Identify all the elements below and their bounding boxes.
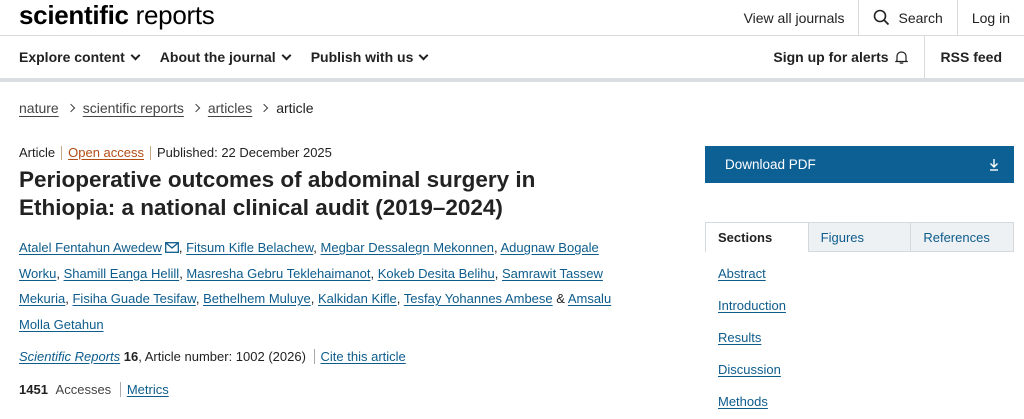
- download-icon: [990, 159, 998, 171]
- author-link[interactable]: Kokeb Desita Belihu: [378, 266, 495, 281]
- bell-icon: [894, 51, 908, 64]
- rss-feed-link[interactable]: RSS feed: [931, 49, 1012, 65]
- explore-content-menu[interactable]: Explore content: [19, 49, 141, 65]
- alerts-label: Sign up for alerts: [773, 49, 889, 65]
- citation-line: Scientific Reports 16, Article number: 1…: [19, 349, 406, 364]
- sign-up-alerts-link[interactable]: Sign up for alerts: [763, 49, 917, 65]
- open-access-link[interactable]: Open access: [61, 146, 150, 160]
- chevron-down-icon: [130, 50, 141, 60]
- author-link[interactable]: Bethelhem Muluye: [203, 291, 311, 306]
- author-link[interactable]: Megbar Dessalegn Mekonnen: [321, 240, 494, 255]
- about-journal-label: About the journal: [159, 49, 276, 65]
- publish-with-us-menu[interactable]: Publish with us: [310, 49, 429, 65]
- tab-figures[interactable]: Figures: [808, 222, 912, 252]
- author-link[interactable]: Shamill Eanga Helill: [64, 266, 180, 281]
- search-label: Search: [898, 9, 943, 26]
- cite-article-link[interactable]: Cite this article: [313, 349, 406, 364]
- main-nav: Explore content About the journal Publis…: [0, 36, 1024, 82]
- chevron-right-icon: [259, 103, 269, 113]
- chevron-right-icon: [191, 103, 201, 113]
- download-pdf-button[interactable]: Download PDF: [705, 146, 1014, 183]
- download-pdf-label: Download PDF: [725, 157, 816, 172]
- accesses-count: 1451: [19, 382, 48, 397]
- explore-content-label: Explore content: [19, 49, 125, 65]
- search-button[interactable]: Search: [858, 0, 956, 35]
- view-all-journals-link[interactable]: View all journals: [730, 0, 859, 35]
- breadcrumb: nature scientific reports articles artic…: [19, 100, 314, 116]
- site-logo[interactable]: scientific reports: [19, 0, 215, 30]
- top-header: scientific reports View all journals Sea…: [0, 0, 1024, 36]
- tab-references[interactable]: References: [911, 222, 1015, 252]
- metrics-link[interactable]: Metrics: [119, 382, 169, 397]
- journal-name-link[interactable]: Scientific Reports: [19, 349, 120, 364]
- sidebar-tabs: Sections Figures References: [705, 222, 1015, 252]
- section-link-introduction[interactable]: Introduction: [718, 298, 786, 330]
- top-links: View all journals Search Log in: [730, 0, 1024, 35]
- about-journal-menu[interactable]: About the journal: [159, 49, 292, 65]
- author-list: Atalel Fentahun Awedew, Fitsum Kifle Bel…: [19, 240, 612, 332]
- author-link[interactable]: Fitsum Kifle Belachew: [186, 240, 313, 255]
- breadcrumb-nature[interactable]: nature: [19, 100, 59, 116]
- login-link[interactable]: Log in: [956, 0, 1024, 35]
- section-link-discussion[interactable]: Discussion: [718, 362, 786, 394]
- envelope-icon[interactable]: [164, 242, 179, 253]
- publish-label: Publish with us: [310, 49, 414, 65]
- breadcrumb-scientific-reports[interactable]: scientific reports: [83, 100, 184, 116]
- volume-number: 16: [123, 349, 139, 364]
- published-date: Published: 22 December 2025: [150, 146, 338, 160]
- accesses-label: Accesses: [55, 382, 112, 397]
- section-link-results[interactable]: Results: [718, 330, 786, 362]
- author-link[interactable]: Atalel Fentahun Awedew: [19, 240, 162, 255]
- breadcrumb-articles[interactable]: articles: [208, 100, 252, 116]
- chevron-right-icon: [66, 103, 75, 113]
- article-number: , Article number: 1002 (2026): [138, 349, 306, 364]
- logo-bold-text: scientific: [19, 0, 129, 30]
- sections-list: Abstract Introduction Results Discussion…: [718, 266, 786, 419]
- nav-divider: [923, 36, 925, 78]
- logo-light-text: reports: [135, 0, 215, 30]
- article-type: Article: [19, 145, 56, 160]
- metrics-line: 1451 Accesses Metrics: [19, 382, 169, 397]
- section-link-methods[interactable]: Methods: [718, 394, 786, 419]
- search-icon: [874, 9, 890, 26]
- breadcrumb-current: article: [276, 100, 314, 116]
- section-link-abstract[interactable]: Abstract: [718, 266, 786, 298]
- author-link[interactable]: Fisiha Guade Tesifaw: [72, 291, 195, 306]
- author-link[interactable]: Masresha Gebru Teklehaimanot: [186, 266, 370, 281]
- author-link[interactable]: Kalkidan Kifle: [318, 291, 397, 306]
- chevron-down-icon: [418, 50, 429, 60]
- author-link[interactable]: Tesfay Yohannes Ambese: [404, 291, 553, 306]
- article-meta: Article Open access Published: 22 Decemb…: [19, 146, 338, 160]
- chevron-down-icon: [281, 50, 292, 60]
- article-title: Perioperative outcomes of abdominal surg…: [19, 167, 536, 220]
- tab-sections[interactable]: Sections: [705, 222, 809, 252]
